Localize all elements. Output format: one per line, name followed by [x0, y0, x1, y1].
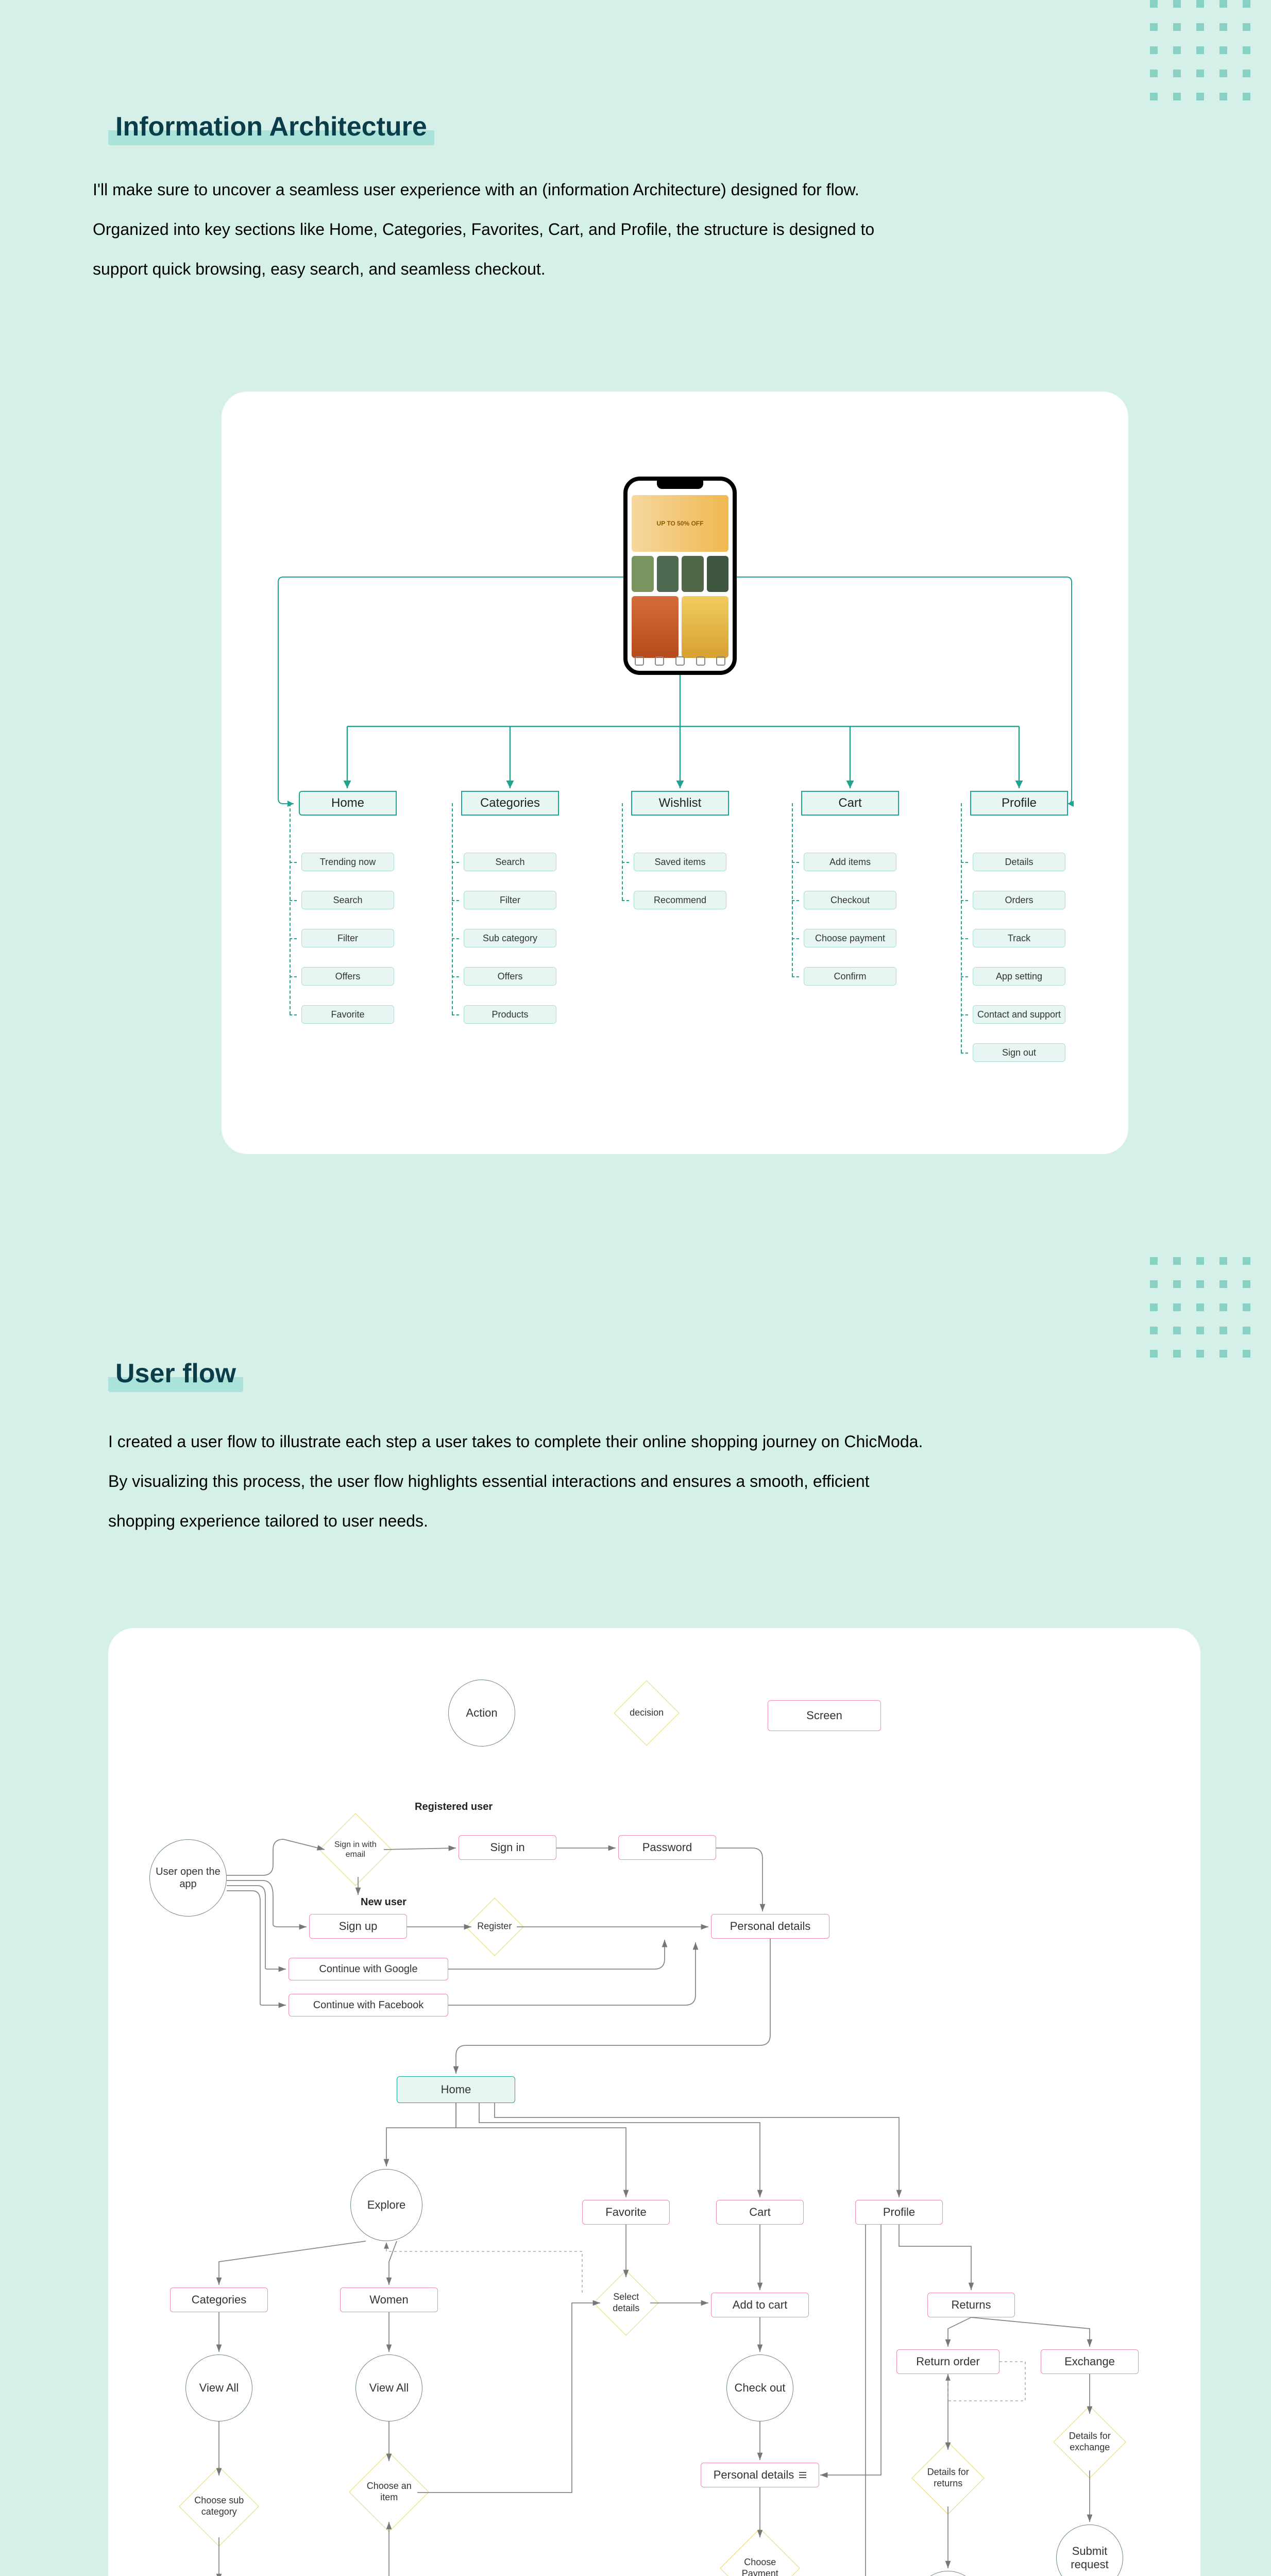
ia-diagram-panel: UP TO 50% OFF HomeTrending nowSearchFilt…	[222, 392, 1128, 1154]
ia-head-wishlist: Wishlist	[631, 791, 729, 816]
legend-action: Action	[448, 1680, 515, 1747]
ia-item: Trending now	[301, 853, 394, 871]
ia-item: Offers	[464, 967, 556, 986]
ia-item: Saved items	[634, 853, 726, 871]
node-details-exchange: Details for exchange	[1053, 2405, 1126, 2478]
ia-item: Filter	[301, 929, 394, 947]
node-women: Women	[340, 2287, 438, 2312]
node-google: Continue with Google	[289, 1958, 448, 1980]
node-choose-sub: Choose sub category	[179, 2466, 259, 2547]
ia-item: Orders	[973, 891, 1065, 909]
ia-item: Checkout	[804, 891, 896, 909]
node-choose-item: Choose an item	[349, 2452, 429, 2532]
node-return-order: Return order	[896, 2349, 999, 2374]
node-details-returns: Details for returns	[911, 2442, 984, 2514]
node-categories: Categories	[170, 2287, 268, 2312]
ia-item: Recommend	[634, 891, 726, 909]
decor-dots-top	[1150, 0, 1250, 100]
section-title-ia: Information Architecture	[108, 108, 434, 145]
label-newuser: New user	[361, 1896, 406, 1908]
node-exchange: Exchange	[1041, 2349, 1139, 2374]
ia-item: App setting	[973, 967, 1065, 986]
node-explore: Explore	[350, 2169, 422, 2241]
ia-item: Sign out	[973, 1043, 1065, 1062]
node-returns: Returns	[927, 2293, 1015, 2317]
node-signup: Sign up	[309, 1914, 407, 1939]
legend-decision: decision	[614, 1680, 679, 1745]
node-favorite: Favorite	[582, 2200, 670, 2225]
node-signin-email: Sign in with email	[319, 1813, 392, 1886]
ia-item: Sub category	[464, 929, 556, 947]
ia-item: Search	[301, 891, 394, 909]
ia-connectors	[222, 392, 1128, 1154]
ia-item: Favorite	[301, 1005, 394, 1024]
ia-item: Search	[464, 853, 556, 871]
node-add-to-cart: Add to cart	[711, 2293, 809, 2317]
node-facebook: Continue with Facebook	[289, 1994, 448, 2016]
node-home: Home	[397, 2076, 515, 2103]
ia-head-categories: Categories	[461, 791, 559, 816]
decor-dots-mid	[1150, 1257, 1250, 1358]
ia-head-home: Home	[299, 791, 397, 816]
node-password: Password	[618, 1835, 716, 1860]
node-submit-1: Submit request	[914, 2571, 981, 2576]
hamburger-icon	[799, 2472, 806, 2478]
legend-screen: Screen	[768, 1700, 881, 1731]
ia-item: Choose payment	[804, 929, 896, 947]
flow-connectors	[108, 1628, 1200, 2576]
ia-item: Contact and support	[973, 1005, 1065, 1024]
node-submit-2: Submit request	[1056, 2524, 1123, 2576]
ia-item: Track	[973, 929, 1065, 947]
node-register: Register	[465, 1897, 523, 1956]
node-personal-details-2: Personal details	[701, 2463, 819, 2487]
node-personal-details: Personal details	[711, 1914, 829, 1939]
ia-item: Add items	[804, 853, 896, 871]
ia-item: Details	[973, 853, 1065, 871]
section-paragraph-ia: I'll make sure to uncover a seamless use…	[93, 170, 917, 289]
ia-item: Filter	[464, 891, 556, 909]
section-title-userflow: User flow	[108, 1355, 243, 1392]
node-choose-payment: Choose Payment	[720, 2528, 800, 2576]
node-start: User open the app	[149, 1839, 227, 1917]
ia-head-cart: Cart	[801, 791, 899, 816]
node-viewall-1: View All	[185, 2354, 252, 2421]
ia-item: Offers	[301, 967, 394, 986]
node-profile: Profile	[855, 2200, 943, 2225]
userflow-panel: Action decision Screen User open the app…	[108, 1628, 1200, 2576]
node-checkout: Check out	[726, 2354, 793, 2421]
section-paragraph-userflow: I created a user flow to illustrate each…	[108, 1422, 933, 1540]
node-signin: Sign in	[459, 1835, 556, 1860]
node-viewall-2: View All	[355, 2354, 422, 2421]
label-registered: Registered user	[415, 1801, 493, 1813]
ia-head-profile: Profile	[970, 791, 1068, 816]
ia-item: Confirm	[804, 967, 896, 986]
ia-item: Products	[464, 1005, 556, 1024]
node-select-details: Select details	[593, 2270, 658, 2335]
node-cart: Cart	[716, 2200, 804, 2225]
